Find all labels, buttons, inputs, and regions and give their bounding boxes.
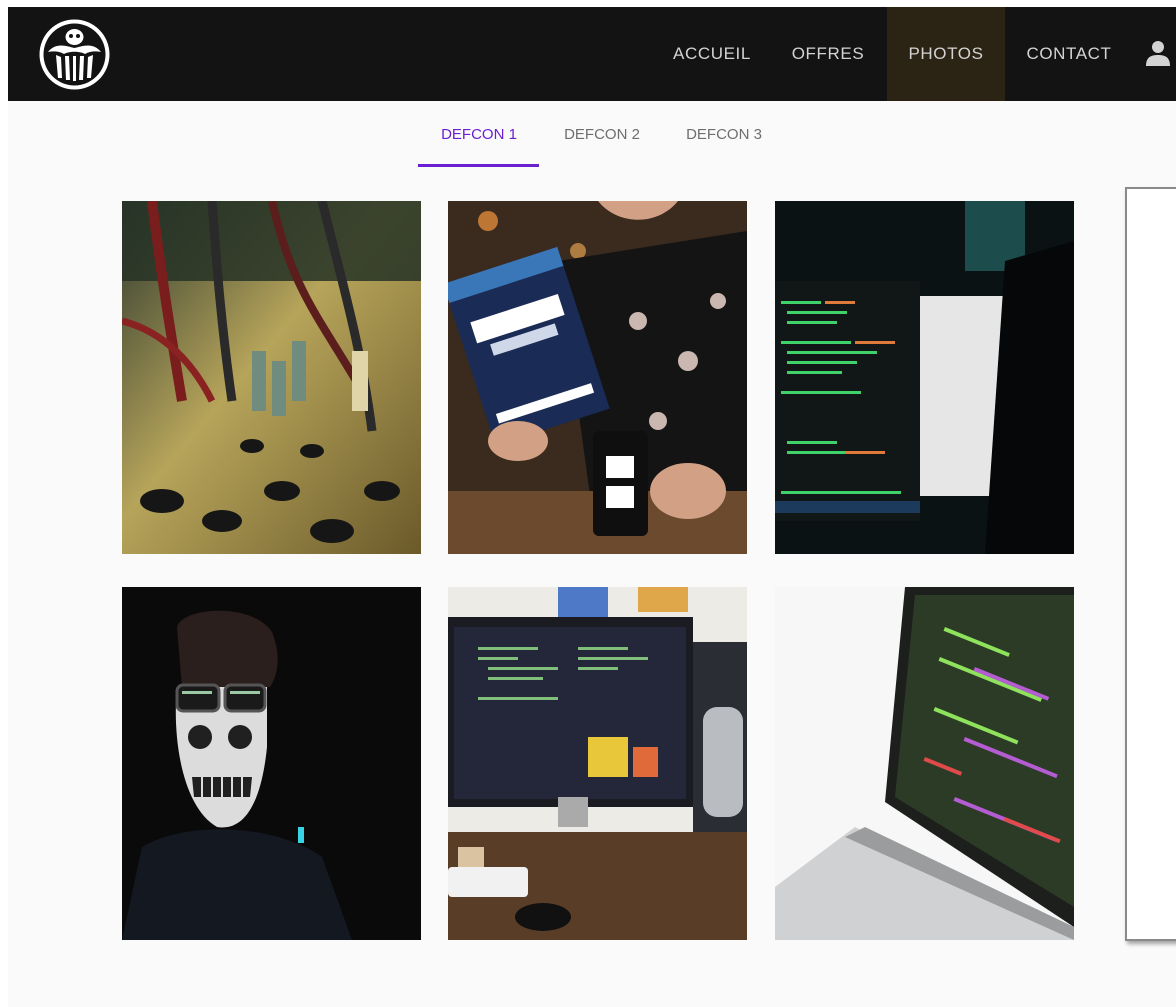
photo-audio-mixer[interactable] <box>122 201 421 554</box>
nav-contact[interactable]: CONTACT <box>1014 7 1124 101</box>
photo-laptop-code-screen[interactable] <box>775 587 1074 940</box>
nav-photos[interactable]: PHOTOS <box>887 7 1005 101</box>
tab-defcon-2[interactable]: DEFCON 2 <box>552 101 652 168</box>
photo-man-reading-book[interactable] <box>448 201 747 554</box>
photo-desk-monitor-setup[interactable] <box>448 587 747 940</box>
page: ACCUEIL OFFRES PHOTOS CONTACT DEFCON 1 D… <box>8 7 1176 1007</box>
tab-defcon-1[interactable]: DEFCON 1 <box>418 101 540 168</box>
photo-code-on-monitor[interactable] <box>775 201 1074 554</box>
user-icon[interactable] <box>1146 40 1170 66</box>
spider-skull-logo-icon[interactable] <box>38 18 111 91</box>
active-tab-indicator <box>418 164 539 167</box>
photo-hacker-skull-mask[interactable] <box>122 587 421 940</box>
nav-accueil[interactable]: ACCUEIL <box>662 7 762 101</box>
nav-offres[interactable]: OFFRES <box>778 7 878 101</box>
tab-defcon-3[interactable]: DEFCON 3 <box>674 101 774 168</box>
top-navbar: ACCUEIL OFFRES PHOTOS CONTACT <box>8 7 1176 101</box>
side-panel[interactable] <box>1125 187 1176 941</box>
